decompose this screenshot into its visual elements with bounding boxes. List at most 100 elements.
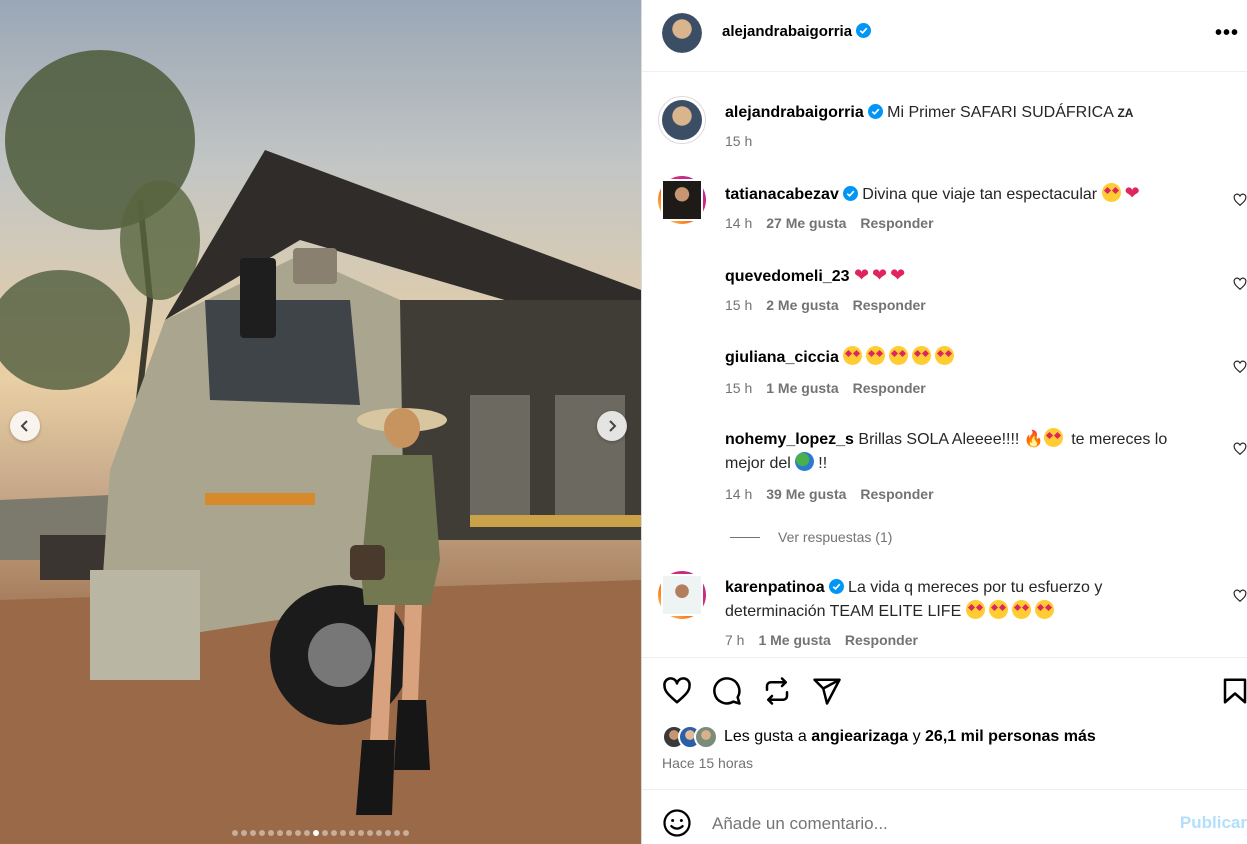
red-heart-emoji: ❤	[890, 265, 906, 285]
next-image-button[interactable]	[597, 411, 627, 441]
carousel-dot	[250, 830, 256, 836]
bookmark-icon[interactable]	[1220, 676, 1247, 706]
reply-button[interactable]: Responder	[853, 380, 926, 396]
more-options-button[interactable]: •••	[1215, 22, 1239, 45]
previous-image-button[interactable]	[10, 411, 40, 441]
heart-icon[interactable]	[662, 676, 692, 706]
star-struck-emoji	[866, 346, 886, 365]
caption-time[interactable]: 15 h	[725, 133, 752, 149]
red-heart-emoji: ❤	[1124, 183, 1140, 203]
star-struck-emoji	[1034, 600, 1054, 619]
heart-icon[interactable]	[1233, 589, 1247, 603]
carousel-dot	[340, 830, 346, 836]
carousel-dot	[295, 830, 301, 836]
commenter-avatar[interactable]	[661, 344, 703, 386]
heart-icon[interactable]	[1233, 360, 1247, 374]
star-struck-emoji	[1011, 600, 1031, 619]
comment-input[interactable]	[712, 814, 1132, 834]
star-struck-emoji	[889, 346, 909, 365]
author-avatar[interactable]	[662, 13, 702, 53]
reply-button[interactable]: Responder	[860, 215, 933, 231]
safari-truck-photo	[0, 50, 641, 844]
liker-username[interactable]: angiearizaga	[811, 728, 908, 746]
chevron-right-icon	[609, 420, 617, 432]
verified-badge-icon	[842, 186, 858, 201]
comment-likes[interactable]: 27 Me gusta	[766, 215, 846, 231]
repost-icon[interactable]	[762, 676, 792, 706]
post-details-panel: alejandrabaigorria ••• alejandrabaigorri…	[642, 0, 1247, 844]
heart-icon[interactable]	[1233, 193, 1247, 207]
comment-text: Divina que viaje tan espectacular	[862, 186, 1098, 203]
post-header: alejandrabaigorria •••	[642, 0, 1247, 72]
likes-prefix: Les gusta a	[724, 728, 807, 745]
reply-button[interactable]: Responder	[853, 297, 926, 313]
comment-text-cont: !!	[818, 455, 828, 472]
comment-text-cont: te mereces lo	[1071, 431, 1168, 448]
carousel-dot	[331, 830, 337, 836]
replies-divider	[730, 536, 760, 538]
carousel-dot	[403, 830, 409, 836]
comment-likes[interactable]: 2 Me gusta	[766, 297, 838, 313]
verified-badge-icon	[867, 104, 883, 119]
commenter-avatar[interactable]	[661, 428, 703, 470]
carousel-dot	[259, 830, 265, 836]
commenter-username[interactable]: quevedomeli_23	[725, 268, 850, 285]
publish-button[interactable]: Publicar	[1180, 813, 1247, 833]
comment-time[interactable]: 7 h	[725, 632, 744, 648]
comment-text: Brillas SOLA Aleeee!!!!	[858, 431, 1020, 448]
carousel-indicator	[0, 830, 641, 836]
comment-time[interactable]: 15 h	[725, 297, 752, 313]
comment-likes[interactable]: 39 Me gusta	[766, 486, 846, 502]
star-struck-emoji	[912, 346, 932, 365]
share-icon[interactable]	[812, 676, 842, 706]
liker-avatars[interactable]	[662, 725, 718, 749]
carousel-dot	[358, 830, 364, 836]
carousel-dot	[232, 830, 238, 836]
flag-za: ZA	[1117, 106, 1134, 120]
chevron-left-icon	[20, 420, 28, 432]
commenter-username[interactable]: tatianacabezav	[725, 186, 839, 203]
emoji-icon[interactable]	[662, 808, 692, 838]
more-icon: •••	[1214, 22, 1239, 44]
comment-likes[interactable]: 1 Me gusta	[758, 632, 830, 648]
see-replies-button[interactable]: Ver respuestas (1)	[730, 529, 892, 545]
commenter-username[interactable]: giuliana_ciccia	[725, 349, 839, 366]
carousel-dot	[376, 830, 382, 836]
red-heart-emoji: ❤	[872, 265, 888, 285]
likes-summary: Les gusta a angiearizaga y 26,1 mil pers…	[662, 725, 1096, 749]
comment-icon[interactable]	[712, 676, 742, 706]
author-username[interactable]: alejandrabaigorria	[722, 23, 852, 40]
caption-text: Mi Primer SAFARI SUDÁFRICA	[887, 104, 1113, 121]
comment-time[interactable]: 15 h	[725, 380, 752, 396]
carousel-dot	[322, 830, 328, 836]
comment-time[interactable]: 14 h	[725, 486, 752, 502]
commenter-avatar[interactable]	[658, 176, 706, 224]
likes-others[interactable]: 26,1 mil personas más	[925, 728, 1096, 746]
carousel-dot	[268, 830, 274, 836]
globe-emoji	[795, 452, 815, 471]
heart-icon[interactable]	[1233, 442, 1247, 456]
comment-likes[interactable]: 1 Me gusta	[766, 380, 838, 396]
caption-username[interactable]: alejandrabaigorria	[725, 104, 864, 121]
commenter-username[interactable]: nohemy_lopez_s	[725, 431, 854, 448]
post-media[interactable]	[0, 0, 641, 844]
heart-icon[interactable]	[1233, 277, 1247, 291]
see-replies-label: Ver respuestas (1)	[778, 529, 893, 545]
comment-text: La vida q mereces por tu esfuerzo y	[848, 579, 1103, 596]
post-time[interactable]: Hace 15 horas	[662, 755, 753, 771]
comment-text-cont: determinación TEAM ELITE LIFE	[725, 603, 962, 620]
comment-composer: Publicar	[642, 789, 1247, 844]
raised-hands-emoji	[1043, 428, 1063, 447]
commenter-avatar[interactable]	[658, 571, 706, 619]
reply-button[interactable]: Responder	[860, 486, 933, 502]
comment-time[interactable]: 14 h	[725, 215, 752, 231]
carousel-dot	[286, 830, 292, 836]
caption-author-avatar[interactable]	[658, 96, 706, 144]
verified-badge-icon	[828, 579, 844, 594]
likes-connector: y	[912, 728, 921, 745]
commenter-username[interactable]: karenpatinoa	[725, 579, 825, 596]
reply-button[interactable]: Responder	[845, 632, 918, 648]
commenter-avatar[interactable]	[661, 261, 703, 303]
carousel-dot	[367, 830, 373, 836]
verified-badge-icon	[856, 23, 872, 38]
